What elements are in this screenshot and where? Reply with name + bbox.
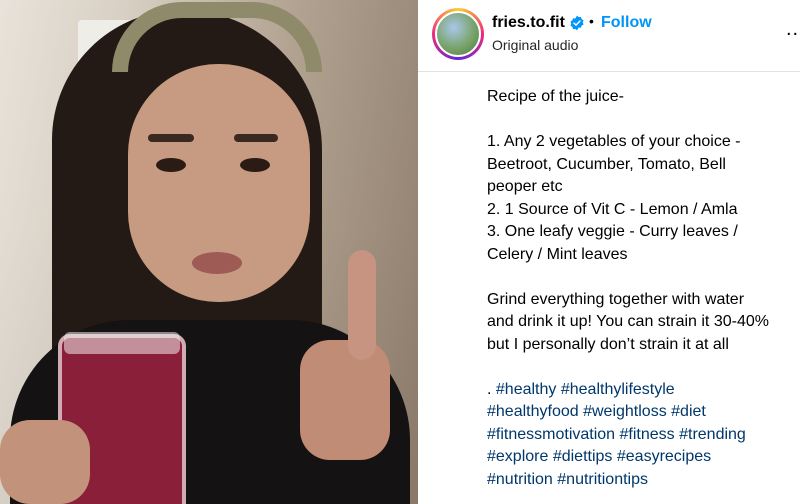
hashtag-link[interactable]: #fitnessmotivation <box>487 426 615 443</box>
caption-line: peoper etc <box>487 178 563 195</box>
post-caption: Recipe of the juice- 1. Any 2 vegetables… <box>487 86 797 491</box>
eyebrow-left <box>148 134 194 142</box>
eye-left <box>156 158 186 172</box>
raised-hand <box>300 340 390 460</box>
mouth <box>192 252 242 274</box>
hashtag-line: #explore #diettips #easyrecipes <box>487 446 797 469</box>
eyebrow-right <box>234 134 278 142</box>
hashtag-link[interactable]: #weightloss <box>583 403 667 420</box>
profile-avatar-ring[interactable] <box>432 8 484 60</box>
hashtag-line: #fitnessmotivation #fitness #trending <box>487 424 797 447</box>
verified-badge-icon <box>570 15 584 31</box>
hashtag-link[interactable]: #diettips <box>553 448 613 465</box>
caption-line: but I personally don’t strain it at all <box>487 335 729 353</box>
hashtag-link[interactable]: #easyrecipes <box>617 448 711 465</box>
hashtag-link[interactable]: #explore <box>487 448 548 465</box>
tag-prefix: . <box>487 380 496 398</box>
audio-link[interactable]: Original audio <box>492 37 578 53</box>
hashtag-link[interactable]: #healthyfood <box>487 403 579 420</box>
caption-line: 2. 1 Source of Vit C - Lemon / Amla <box>487 200 738 218</box>
caption-line: 1. Any 2 vegetables of your choice - <box>487 133 741 150</box>
caption-line: Celery / Mint leaves <box>487 245 628 263</box>
hashtag-link[interactable]: #nutrition <box>487 471 553 488</box>
hashtag-link[interactable]: #nutritiontips <box>557 471 648 488</box>
hashtag-link[interactable]: #diet <box>671 403 706 420</box>
hand-holding-glass <box>0 420 90 504</box>
reel-video[interactable] <box>0 0 418 504</box>
username-link[interactable]: fries.to.fit <box>492 14 565 32</box>
hashtag-link[interactable]: #healthylifestyle <box>561 381 675 398</box>
follow-button[interactable]: Follow <box>601 14 652 32</box>
hashtag-link[interactable]: #healthy <box>496 381 557 398</box>
post-panel: fries.to.fit • Follow Original audio ...… <box>418 0 800 504</box>
caption-line: 3. One leafy veggie - Curry leaves / <box>487 223 738 240</box>
juice-glass-rim <box>64 332 180 354</box>
hashtag-link[interactable]: #trending <box>679 426 746 443</box>
post-header: fries.to.fit • Follow Original audio ... <box>418 0 800 72</box>
eye-right <box>240 158 270 172</box>
hashtag-line: . #healthy #healthylifestyle <box>487 379 797 402</box>
caption-line: Grind everything together with water <box>487 290 745 308</box>
hashtag-line: #nutrition #nutritiontips <box>487 469 797 492</box>
caption-title: Recipe of the juice- <box>487 88 624 105</box>
caption-line: and drink it up! You can strain it 30-40… <box>487 313 769 330</box>
hashtag-link[interactable]: #fitness <box>620 426 675 443</box>
separator-dot: • <box>589 13 594 29</box>
more-options-icon[interactable]: ... <box>786 18 800 41</box>
profile-avatar[interactable] <box>435 11 481 57</box>
raised-finger <box>348 250 376 360</box>
caption-line: Beetroot, Cucumber, Tomato, Bell <box>487 155 726 173</box>
hashtag-line: #healthyfood #weightloss #diet <box>487 401 797 424</box>
